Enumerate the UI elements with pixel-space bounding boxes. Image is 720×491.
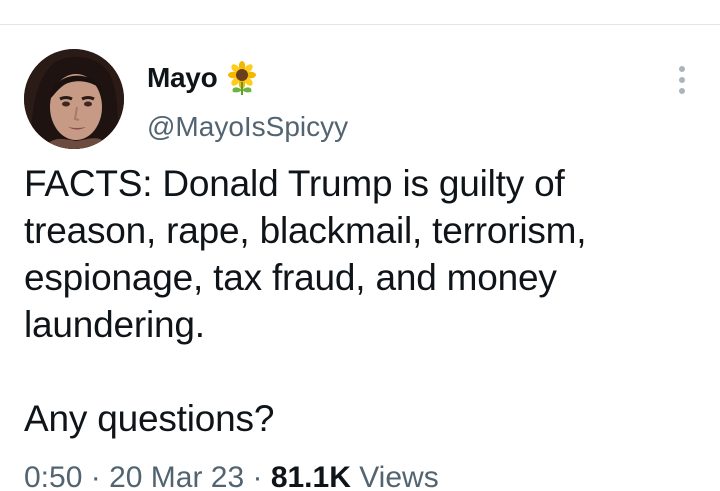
sunflower-icon <box>228 61 257 95</box>
avatar[interactable] <box>24 49 124 149</box>
views-label[interactable]: Views <box>351 461 439 491</box>
meta-separator: · <box>82 461 110 491</box>
more-dot-icon <box>679 77 685 83</box>
tweet-text: FACTS: Donald Trump is guilty of treason… <box>24 160 704 442</box>
tweet-time[interactable]: 0:50 <box>24 461 82 491</box>
avatar-image <box>24 49 124 149</box>
author-handle[interactable]: @MayoIsSpicyy <box>147 109 348 145</box>
tweet-paragraph: Any questions? <box>24 398 275 439</box>
views-count[interactable]: 81.1K <box>271 461 351 491</box>
more-dot-icon <box>679 66 685 72</box>
more-options-button[interactable] <box>668 62 696 98</box>
tweet-meta: 0:50 · 20 Mar 23 · 81.1K Views <box>24 458 439 491</box>
author-name-row[interactable]: Mayo <box>147 58 259 98</box>
more-dot-icon <box>679 88 685 94</box>
meta-separator: · <box>244 461 271 491</box>
display-name[interactable]: Mayo <box>147 62 218 94</box>
top-divider <box>0 24 720 25</box>
tweet-date[interactable]: 20 Mar 23 <box>109 461 244 491</box>
tweet-detail: Mayo @MayoIsSpicyy FACTS: Donald Trump i… <box>0 0 720 491</box>
tweet-paragraph: FACTS: Donald Trump is guilty of treason… <box>24 163 587 345</box>
